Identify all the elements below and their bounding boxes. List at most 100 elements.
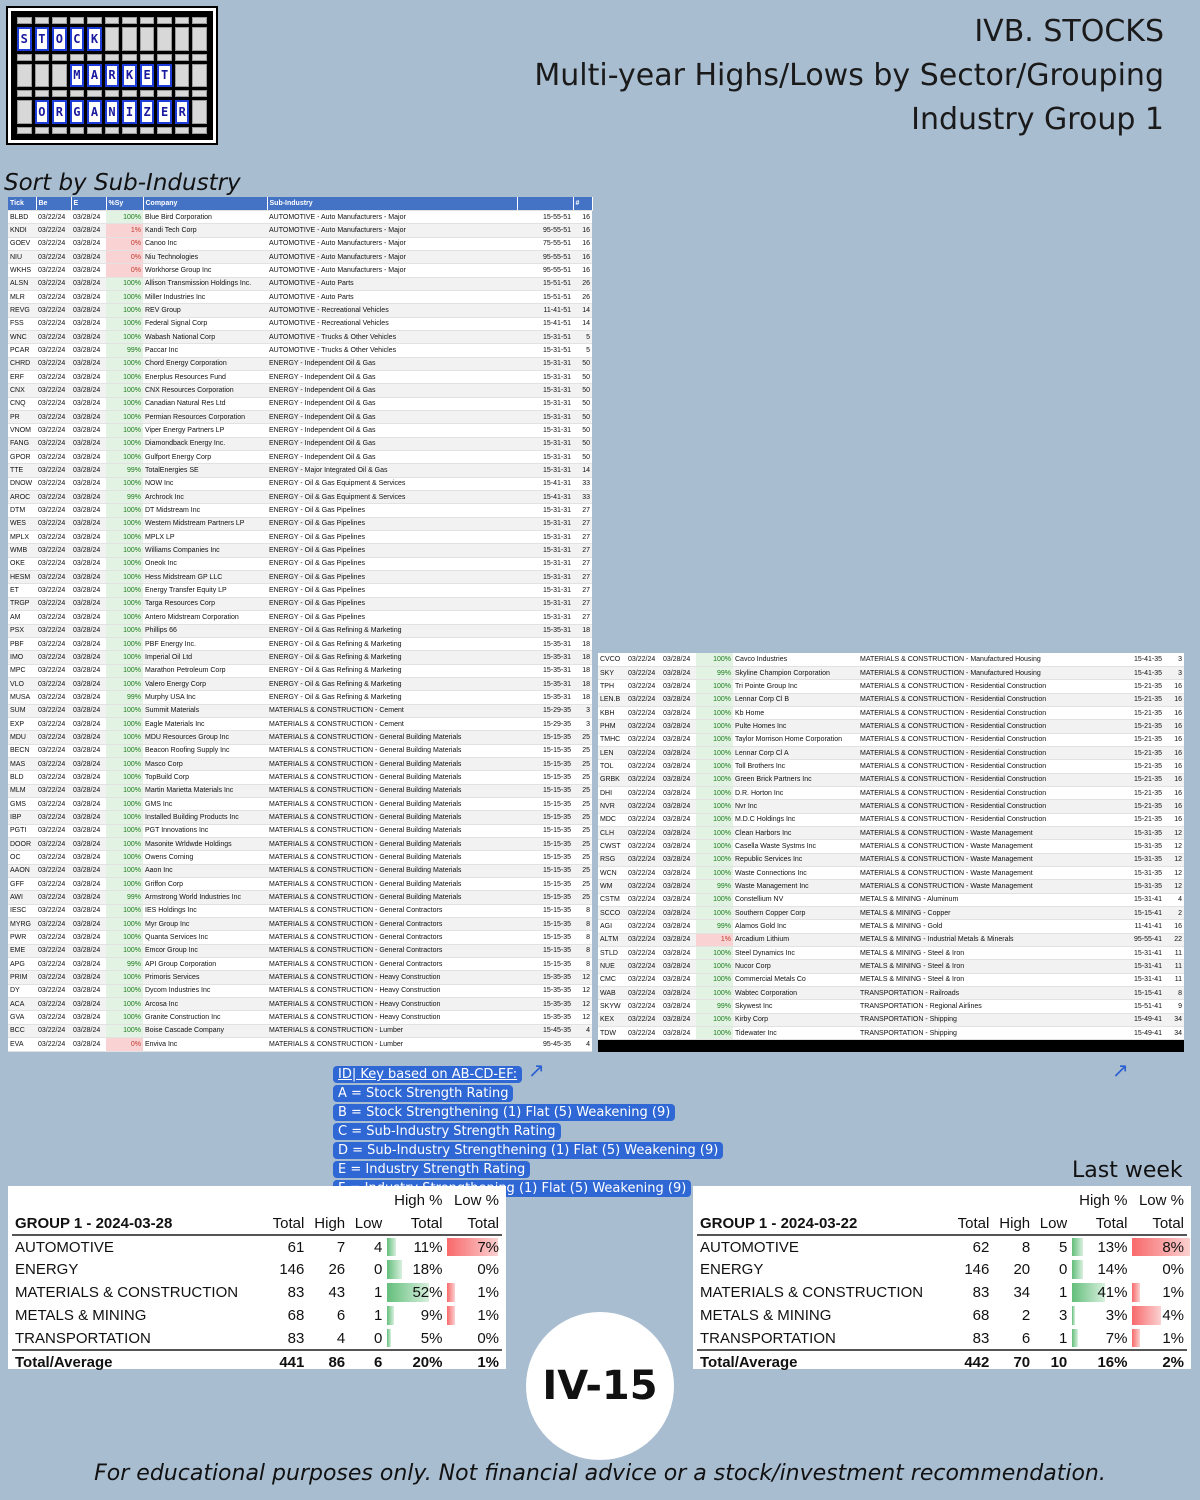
begin-date-cell: 03/22/24 <box>626 853 661 868</box>
column-header[interactable]: # <box>573 197 593 211</box>
column-header[interactable]: Tick <box>8 197 37 211</box>
end-date-cell: 03/28/24 <box>71 797 106 812</box>
begin-date-cell: 03/22/24 <box>36 210 71 225</box>
total-value: 83 <box>972 1329 990 1347</box>
begin-date-cell: 03/22/24 <box>36 423 71 438</box>
end-date-cell: 03/28/24 <box>661 946 696 961</box>
end-date-cell: 03/28/24 <box>71 757 106 772</box>
percent-cell: 100% <box>106 397 143 412</box>
count-cell: 16 <box>573 210 592 225</box>
percent-cell: 99% <box>106 690 143 705</box>
count-cell: 12 <box>573 984 592 999</box>
ticker-cell: WNC <box>8 330 36 345</box>
id-key-cell: 15-15-41 <box>1108 906 1164 921</box>
low-pct-cell: 7% <box>445 1235 502 1258</box>
count-cell: 3 <box>1164 666 1184 681</box>
end-date-cell: 03/28/24 <box>71 290 106 305</box>
company-cell: Wabash National Corp <box>143 330 267 345</box>
page-group-title: Industry Group 1 <box>911 102 1164 137</box>
begin-date-cell: 03/22/24 <box>36 237 71 251</box>
ticker-cell: PRIM <box>8 970 36 985</box>
company-cell: Nucor Corp <box>733 959 858 974</box>
company-cell: PBF Energy Inc. <box>143 637 267 652</box>
id-key-cell: 15-21-35 <box>1108 813 1164 827</box>
stock-table-left: Tick Be E %Sy Company Sub-Industry # BLBD 03/22… <box>8 197 593 1052</box>
id-key-cell: 75-55-51 <box>517 237 573 251</box>
begin-date-cell: 03/22/24 <box>36 490 71 505</box>
low-value: 1 <box>1058 1329 1068 1347</box>
percent-cell: 100% <box>106 877 143 892</box>
id-key-cell: 95-45-35 <box>517 1037 573 1052</box>
company-cell: Beacon Roofing Supply Inc <box>143 744 267 758</box>
table-row: WM 03/22/24 03/28/24 99% Waste Management In… <box>598 879 1184 894</box>
ticker-cell: MUSA <box>8 690 36 705</box>
logo-letter-tile <box>139 90 155 98</box>
begin-date-cell: 03/22/24 <box>36 970 71 985</box>
count-cell: 11 <box>1164 946 1184 961</box>
logo-letter-tile: E <box>139 63 155 88</box>
logo-letter-tile: A <box>87 100 102 124</box>
ticker-cell: STLD <box>598 946 626 961</box>
id-key-cell: 15-41-35 <box>1108 653 1164 667</box>
begin-date-cell: 03/22/24 <box>36 770 71 785</box>
begin-date-cell: 03/22/24 <box>626 986 661 1001</box>
ticker-cell: WES <box>8 517 36 532</box>
total-value: 83 <box>972 1284 990 1301</box>
count-cell: 3 <box>573 717 592 732</box>
end-date-cell: 03/28/24 <box>71 437 106 452</box>
count-cell: 8 <box>1164 986 1184 1001</box>
table-row: AAON 03/22/24 03/28/24 100% Aaon Inc MATERIAL… <box>8 864 592 879</box>
table-row: TTE 03/22/24 03/28/24 99% TotalEnergies SE EN… <box>8 463 592 478</box>
ticker-cell: PHM <box>598 719 626 734</box>
begin-date-cell: 03/22/24 <box>626 1026 661 1041</box>
key-line: B = Stock Strengthening (1) Flat (5) Wea… <box>333 1104 676 1121</box>
ticker-cell: ACA <box>8 997 36 1012</box>
ticker-cell: ALTM <box>598 933 626 948</box>
sub-industry-cell: MATERIALS & CONSTRUCTION - Residential C… <box>858 786 1108 801</box>
high-pct-cell: 3% <box>1070 1304 1130 1327</box>
id-key-cell: 15-15-35 <box>517 797 573 812</box>
count-cell: 27 <box>573 583 592 598</box>
end-date-cell: 03/28/24 <box>71 650 106 665</box>
high-value: 4 <box>336 1329 346 1347</box>
column-header[interactable]: E <box>71 197 107 211</box>
column-header[interactable]: Sub-Industry <box>267 197 518 211</box>
column-header[interactable] <box>517 197 574 211</box>
ticker-cell: LEN <box>598 746 626 761</box>
column-header: Total <box>265 1212 308 1236</box>
count-cell: 50 <box>573 450 592 465</box>
count-cell: 8 <box>573 917 592 932</box>
company-cell: Taylor Morrison Home Corporation <box>733 733 858 747</box>
sub-industry-cell: ENERGY - Independent Oil & Gas <box>267 397 517 412</box>
begin-date-cell: 03/22/24 <box>36 997 71 1012</box>
company-cell: Constellium NV <box>733 893 858 908</box>
end-date-cell: 03/28/24 <box>71 463 106 478</box>
sub-industry-cell: MATERIALS & CONSTRUCTION - General Contr… <box>267 904 517 919</box>
company-cell: Boise Cascade Company <box>143 1024 267 1039</box>
id-key-cell: 15-35-31 <box>517 690 573 705</box>
id-key-cell: 15-51-51 <box>517 277 573 291</box>
count-cell: 27 <box>573 530 592 545</box>
column-header[interactable]: Company <box>143 197 268 211</box>
id-key-cell: 15-31-41 <box>1108 973 1164 988</box>
company-cell: Granite Construction Inc <box>143 1010 267 1025</box>
count-cell: 22 <box>1164 933 1184 948</box>
column-header[interactable]: %Sy <box>106 197 144 211</box>
table-row: CWST 03/22/24 03/28/24 100% Casella Waste Sy… <box>598 839 1184 854</box>
id-key-cell: 15-31-31 <box>517 397 573 412</box>
count-cell: 27 <box>573 610 592 625</box>
begin-date-cell: 03/22/24 <box>626 666 661 681</box>
begin-date-cell: 03/22/24 <box>36 223 71 238</box>
ticker-cell: GOEV <box>8 237 36 251</box>
count-cell: 25 <box>573 797 592 812</box>
id-key-cell: 15-29-35 <box>517 704 573 718</box>
table-row: DTM 03/22/24 03/28/24 100% DT Midstream Inc E… <box>8 503 592 518</box>
percent-cell: 100% <box>106 664 143 678</box>
begin-date-cell: 03/22/24 <box>626 1013 661 1028</box>
column-header[interactable]: Be <box>36 197 72 211</box>
count-cell: 27 <box>573 597 592 612</box>
header-spacer <box>266 1189 308 1212</box>
percent-cell: 100% <box>106 624 143 638</box>
end-date-cell: 03/28/24 <box>661 933 696 948</box>
count-cell: 25 <box>573 890 592 905</box>
